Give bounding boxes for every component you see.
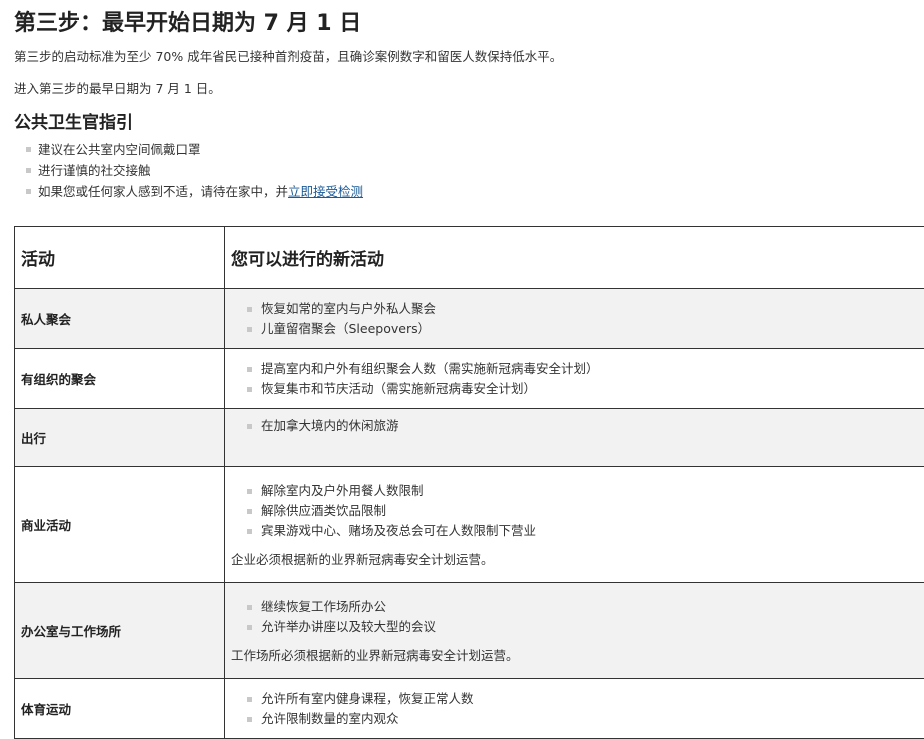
table-row: 出行 在加拿大境内的休闲旅游 [15, 409, 924, 467]
list-item: 解除室内及户外用餐人数限制 [245, 481, 924, 501]
intro-criteria: 第三步的启动标准为至少 70% 成年省民已接种首剂疫苗，且确诊案例数字和留医人数… [14, 49, 924, 65]
table-row: 商业活动 解除室内及户外用餐人数限制 解除供应酒类饮品限制 宾果游戏中心、赌场及… [15, 467, 924, 583]
row-note: 企业必须根据新的业界新冠病毒安全计划运营。 [231, 551, 924, 569]
list-item: 允许举办讲座以及较大型的会议 [245, 617, 924, 637]
row-items: 提高室内和户外有组织聚会人数（需实施新冠病毒安全计划） 恢复集市和节庆活动（需实… [231, 359, 924, 399]
table-row: 办公室与工作场所 继续恢复工作场所办公 允许举办讲座以及较大型的会议 工作场所必… [15, 583, 924, 679]
row-category: 商业活动 [15, 467, 225, 583]
row-category: 办公室与工作场所 [15, 583, 225, 679]
list-item: 恢复集市和节庆活动（需实施新冠病毒安全计划） [245, 379, 924, 399]
row-items: 在加拿大境内的休闲旅游 [231, 416, 924, 436]
intro-date: 进入第三步的最早日期为 7 月 1 日。 [14, 81, 924, 97]
row-details: 解除室内及户外用餐人数限制 解除供应酒类饮品限制 宾果游戏中心、赌场及夜总会可在… [225, 467, 924, 583]
header-new-activities: 您可以进行的新活动 [225, 227, 924, 289]
row-details: 允许所有室内健身课程，恢复正常人数 允许限制数量的室内观众 [225, 679, 924, 739]
list-item: 允许限制数量的室内观众 [245, 709, 924, 729]
row-items: 解除室内及户外用餐人数限制 解除供应酒类饮品限制 宾果游戏中心、赌场及夜总会可在… [231, 481, 924, 541]
row-items: 继续恢复工作场所办公 允许举办讲座以及较大型的会议 [231, 597, 924, 637]
row-items: 允许所有室内健身课程，恢复正常人数 允许限制数量的室内观众 [231, 689, 924, 729]
list-item: 宾果游戏中心、赌场及夜总会可在人数限制下营业 [245, 521, 924, 541]
table-row: 体育运动 允许所有室内健身课程，恢复正常人数 允许限制数量的室内观众 [15, 679, 924, 739]
list-item: 在加拿大境内的休闲旅游 [245, 416, 924, 436]
list-item: 继续恢复工作场所办公 [245, 597, 924, 617]
header-activity: 活动 [15, 227, 225, 289]
list-item: 恢复如常的室内与户外私人聚会 [245, 299, 924, 319]
table-row: 有组织的聚会 提高室内和户外有组织聚会人数（需实施新冠病毒安全计划） 恢复集市和… [15, 349, 924, 409]
get-tested-link[interactable]: 立即接受检测 [288, 184, 363, 199]
guidance-item: 如果您或任何家人感到不适，请待在家中，并立即接受检测 [24, 181, 924, 202]
table-header-row: 活动 您可以进行的新活动 [15, 227, 924, 289]
guidance-list: 建议在公共室内空间佩戴口罩 进行谨慎的社交接触 如果您或任何家人感到不适，请待在… [14, 139, 924, 202]
list-item: 提高室内和户外有组织聚会人数（需实施新冠病毒安全计划） [245, 359, 924, 379]
guidance-item: 建议在公共室内空间佩戴口罩 [24, 139, 924, 160]
row-details: 在加拿大境内的休闲旅游 [225, 409, 924, 467]
content-area: 第三步：最早开始日期为 7 月 1 日 第三步的启动标准为至少 70% 成年省民… [14, 8, 924, 202]
row-note: 工作场所必须根据新的业界新冠病毒安全计划运营。 [231, 647, 924, 665]
activities-table: 活动 您可以进行的新活动 私人聚会 恢复如常的室内与户外私人聚会 儿童留宿聚会（… [14, 226, 924, 739]
row-category: 有组织的聚会 [15, 349, 225, 409]
page-title: 第三步：最早开始日期为 7 月 1 日 [14, 8, 924, 40]
row-category: 体育运动 [15, 679, 225, 739]
guidance-item-text: 如果您或任何家人感到不适，请待在家中，并 [38, 184, 288, 199]
row-items: 恢复如常的室内与户外私人聚会 儿童留宿聚会（Sleepovers） [231, 299, 924, 339]
list-item: 解除供应酒类饮品限制 [245, 501, 924, 521]
row-details: 提高室内和户外有组织聚会人数（需实施新冠病毒安全计划） 恢复集市和节庆活动（需实… [225, 349, 924, 409]
guidance-item: 进行谨慎的社交接触 [24, 160, 924, 181]
row-category: 私人聚会 [15, 289, 225, 349]
list-item: 允许所有室内健身课程，恢复正常人数 [245, 689, 924, 709]
row-details: 恢复如常的室内与户外私人聚会 儿童留宿聚会（Sleepovers） [225, 289, 924, 349]
row-details: 继续恢复工作场所办公 允许举办讲座以及较大型的会议 工作场所必须根据新的业界新冠… [225, 583, 924, 679]
guidance-title: 公共卫生官指引 [14, 112, 924, 134]
table-row: 私人聚会 恢复如常的室内与户外私人聚会 儿童留宿聚会（Sleepovers） [15, 289, 924, 349]
list-item: 儿童留宿聚会（Sleepovers） [245, 319, 924, 339]
row-category: 出行 [15, 409, 225, 467]
